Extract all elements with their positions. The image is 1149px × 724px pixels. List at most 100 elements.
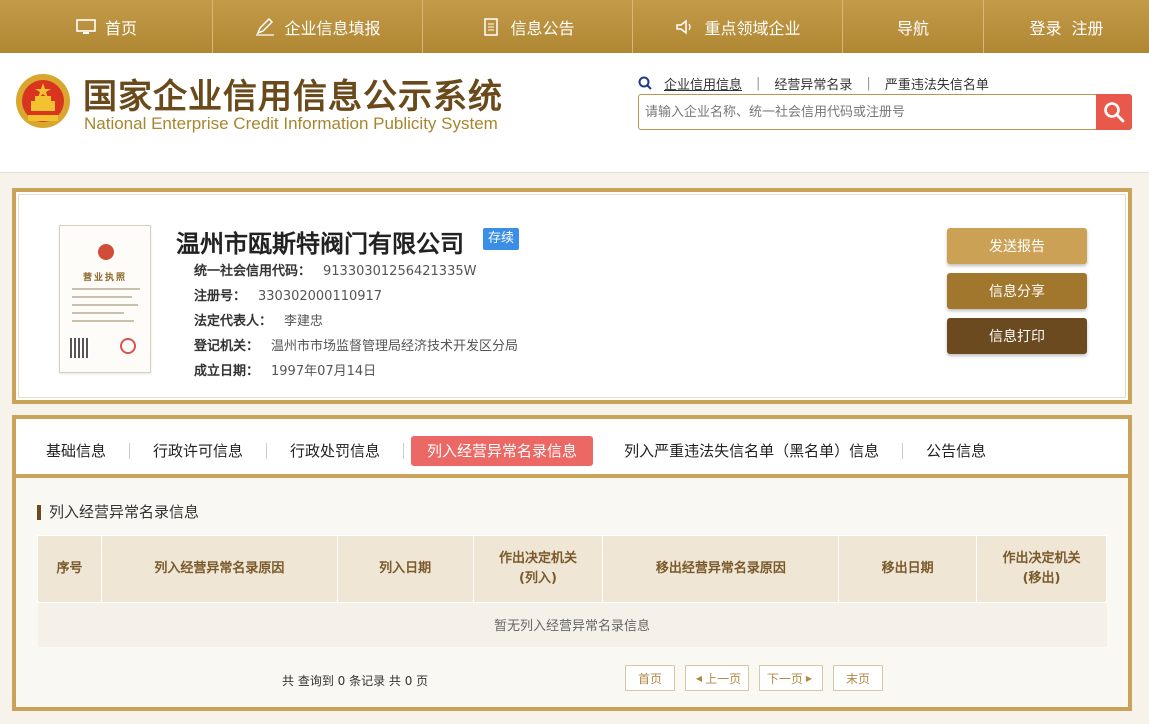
column-header: 作出决定机关 (列入) <box>472 535 604 603</box>
detail-tabs: 基础信息 行政许可信息 行政处罚信息 列入经营异常名录信息 列入严重违法失信名单… <box>30 436 1002 466</box>
column-header: 列入经营异常名录原因 <box>100 535 338 603</box>
field-value: 91330301256421335W <box>323 264 477 279</box>
table-header-row: 序号 列入经营异常名录原因 列入日期 作出决定机关 (列入) 移出经营异常名录原… <box>37 535 1107 603</box>
empty-table-message: 暂无列入经营异常名录信息 <box>37 602 1107 647</box>
field-label: 登记机关： <box>194 339 260 354</box>
license-text-line <box>72 320 134 322</box>
site-title: 国家企业信用信息公示系统 <box>83 77 503 117</box>
register-link[interactable]: 注册 <box>1072 15 1104 39</box>
column-header: 移出日期 <box>838 535 978 603</box>
nav-home[interactable]: 首页 <box>0 0 213 53</box>
field-value: 1997年07月14日 <box>271 364 377 379</box>
status-badge: 存续 <box>483 228 520 250</box>
info-legal-rep: 法定代表人： 李建忠 <box>194 310 323 329</box>
speaker-icon <box>676 18 692 35</box>
nav-key-enterprise[interactable]: 重点领域企业 <box>633 0 843 53</box>
column-header: 列入日期 <box>336 535 474 603</box>
field-label: 法定代表人： <box>194 314 273 329</box>
next-page-label: 下一页 <box>766 671 803 686</box>
tab-abnormal-list[interactable]: 列入经营异常名录信息 <box>411 436 594 466</box>
license-text-line <box>72 288 140 290</box>
field-value: 李建忠 <box>284 314 324 329</box>
share-info-button[interactable]: 信息分享 <box>947 273 1087 309</box>
field-label: 注册号： <box>194 289 247 304</box>
detail-tabbar: 基础信息 行政许可信息 行政处罚信息 列入经营异常名录信息 列入严重违法失信名单… <box>16 419 1128 478</box>
abnormal-list-table: 序号 列入经营异常名录原因 列入日期 作出决定机关 (列入) 移出经营异常名录原… <box>37 535 1107 647</box>
nav-info-fill[interactable]: 企业信息填报 <box>213 0 423 53</box>
seal-icon <box>120 338 136 354</box>
license-text-line <box>72 296 132 298</box>
last-page-label: 末页 <box>845 671 870 686</box>
field-label: 统一社会信用代码： <box>194 264 312 279</box>
tab-admin-license[interactable]: 行政许可信息 <box>137 436 259 466</box>
field-value: 330302000110917 <box>258 289 383 304</box>
search-type-tabs: 企业信用信息 | 经营异常名录 | 严重违法失信名单 <box>638 73 989 93</box>
field-value: 温州市市场监督管理局经济技术开发区分局 <box>271 339 519 354</box>
login-link[interactable]: 登录 <box>1029 15 1061 39</box>
last-page-button[interactable]: 末页 <box>833 665 883 691</box>
search-tab-blacklist[interactable]: 严重违法失信名单 <box>885 74 989 93</box>
business-license-image[interactable]: 营业执照 <box>59 225 151 373</box>
search-tab-credit[interactable]: 企业信用信息 <box>664 74 742 93</box>
document-icon <box>484 17 499 36</box>
site-title-english: National Enterprise Credit Information P… <box>84 114 498 133</box>
top-navigation: 首页 企业信息填报 信息公告 重点领域企业 导航 登录 注册 <box>0 0 1149 53</box>
table-row: 暂无列入经营异常名录信息 <box>37 602 1107 647</box>
nav-home-label: 首页 <box>104 18 137 38</box>
qr-code-icon <box>70 338 90 358</box>
site-header: 国家企业信用信息公示系统 National Enterprise Credit … <box>0 53 1149 173</box>
nav-key-enterprise-label: 重点领域企业 <box>704 18 801 38</box>
pen-icon <box>256 17 275 36</box>
chevron-right-icon: ▶ <box>805 673 813 683</box>
tab-blacklist[interactable]: 列入严重违法失信名单（黑名单）信息 <box>608 436 895 466</box>
national-emblem-icon <box>16 74 70 128</box>
next-page-button[interactable]: 下一页 ▶ <box>759 665 823 691</box>
section-title: 列入经营异常名录信息 <box>37 505 199 520</box>
info-reg-authority: 登记机关： 温州市市场监督管理局经济技术开发区分局 <box>194 335 518 354</box>
first-page-button[interactable]: 首页 <box>625 665 675 691</box>
search-button[interactable] <box>1096 94 1132 130</box>
tab-divider <box>129 443 131 459</box>
tab-divider <box>902 443 904 459</box>
pagination: 首页 ◀ 上一页 下一页 ▶ 末页 <box>625 665 893 691</box>
nav-notice[interactable]: 信息公告 <box>423 0 633 53</box>
pagination-summary: 共 查询到 0 条记录 共 0 页 <box>282 674 429 688</box>
license-title: 营业执照 <box>82 273 127 283</box>
tab-divider: | <box>866 75 871 91</box>
tab-admin-penalty[interactable]: 行政处罚信息 <box>274 436 396 466</box>
column-header: 序号 <box>37 535 102 603</box>
tab-basic-info[interactable]: 基础信息 <box>30 436 122 466</box>
field-label: 成立日期： <box>194 364 260 379</box>
monitor-icon <box>76 18 96 34</box>
prev-page-button[interactable]: ◀ 上一页 <box>685 665 749 691</box>
search-input[interactable] <box>645 95 1095 129</box>
prev-page-label: 上一页 <box>705 671 742 686</box>
company-summary-card: 营业执照 温州市瓯斯特阀门有限公司 存续 统一社会信用代码： 9133030125… <box>12 188 1132 404</box>
first-page-label: 首页 <box>637 671 662 686</box>
license-text-line <box>72 304 138 306</box>
info-founded-date: 成立日期： 1997年07月14日 <box>194 360 376 379</box>
license-text-line <box>72 312 124 314</box>
info-reg-number: 注册号： 330302000110917 <box>194 285 382 304</box>
print-info-button[interactable]: 信息打印 <box>947 318 1087 354</box>
nav-info-fill-label: 企业信息填报 <box>284 18 381 38</box>
search-tab-abnormal[interactable]: 经营异常名录 <box>774 74 852 93</box>
nav-login-register: 登录 注册 <box>984 0 1149 53</box>
search-icon <box>1104 102 1125 123</box>
nav-guide-label: 导航 <box>896 18 929 38</box>
license-emblem-icon <box>98 244 114 260</box>
chevron-left-icon: ◀ <box>695 673 703 683</box>
tab-divider: | <box>756 75 761 91</box>
nav-guide[interactable]: 导航 <box>843 0 984 53</box>
detail-section: 基础信息 行政许可信息 行政处罚信息 列入经营异常名录信息 列入严重违法失信名单… <box>12 415 1132 711</box>
column-header: 移出经营异常名录原因 <box>602 535 840 603</box>
info-credit-code: 统一社会信用代码： 91330301256421335W <box>194 260 476 279</box>
nav-notice-label: 信息公告 <box>510 18 575 38</box>
company-name: 温州市瓯斯特阀门有限公司 <box>176 230 464 258</box>
send-report-button[interactable]: 发送报告 <box>947 228 1087 264</box>
search-box <box>638 94 1132 130</box>
tab-announcement[interactable]: 公告信息 <box>910 436 1002 466</box>
tab-divider <box>266 443 268 459</box>
tab-divider <box>403 443 405 459</box>
search-small-icon <box>638 76 652 90</box>
